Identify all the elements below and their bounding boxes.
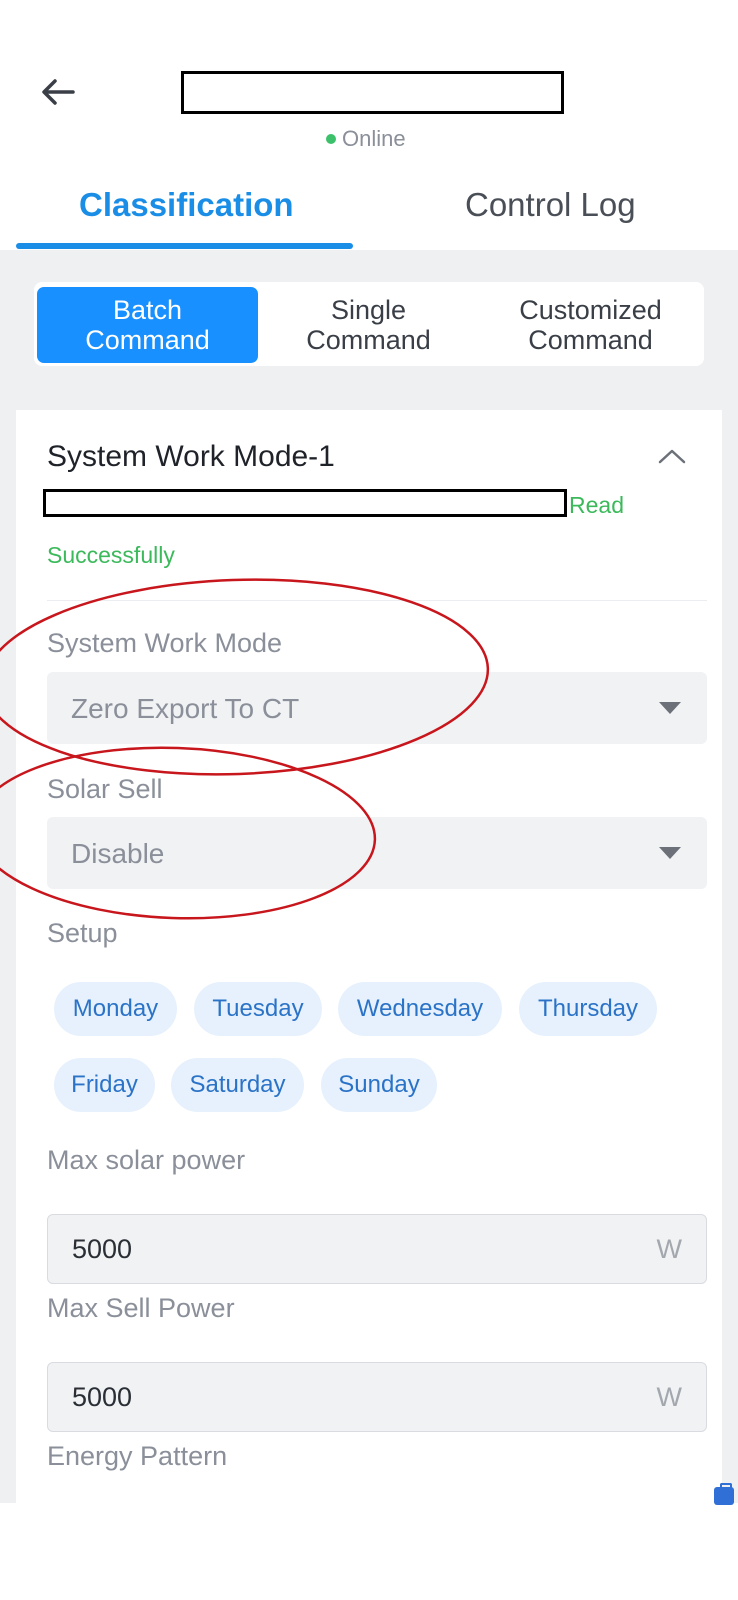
command-type-segmented-control: Batch Command Single Command Customized … — [34, 282, 704, 366]
system-work-mode-value: Zero Export To CT — [71, 693, 300, 724]
day-chip-friday[interactable]: Friday — [54, 1058, 155, 1112]
max-solar-power-label: Max solar power — [47, 1145, 246, 1175]
solar-sell-value: Disable — [71, 838, 165, 869]
segment-single-command[interactable]: Single Command — [258, 287, 479, 363]
dropdown-arrow-icon — [659, 847, 681, 859]
max-solar-power-value: 5000 — [72, 1234, 133, 1264]
arrow-left-icon — [42, 79, 75, 105]
system-work-mode-card: System Work Mode-1 Read Successfully Sys… — [16, 410, 722, 1503]
day-chip-thursday[interactable]: Thursday — [519, 982, 657, 1036]
tab-classification[interactable]: Classification — [79, 186, 294, 224]
segment-customized-command[interactable]: Customized Command — [480, 287, 701, 363]
online-status: Online — [326, 126, 406, 152]
redacted-info-box — [43, 489, 567, 517]
max-sell-power-input[interactable]: 5000 W — [47, 1362, 707, 1432]
solar-sell-select[interactable]: Disable — [47, 817, 707, 889]
max-solar-power-input[interactable]: 5000 W — [47, 1214, 707, 1284]
dropdown-arrow-icon — [659, 702, 681, 714]
app-header: Online Classification Control Log — [0, 0, 738, 250]
tab-control-log[interactable]: Control Log — [465, 186, 636, 224]
read-status-text: Read — [569, 492, 624, 518]
max-sell-power-value: 5000 — [72, 1382, 133, 1412]
solar-sell-label: Solar Sell — [47, 774, 163, 804]
device-title-redacted — [181, 71, 564, 114]
active-tab-indicator — [16, 243, 353, 249]
back-button[interactable] — [36, 70, 80, 114]
divider — [47, 600, 707, 601]
day-chip-saturday[interactable]: Saturday — [171, 1058, 304, 1112]
card-title: System Work Mode-1 — [47, 440, 335, 473]
read-status-text-continued: Successfully — [47, 542, 175, 568]
online-status-label: Online — [342, 126, 406, 151]
setup-label: Setup — [47, 918, 118, 948]
floating-toolbox-icon[interactable] — [714, 1483, 734, 1505]
day-chip-sunday[interactable]: Sunday — [321, 1058, 437, 1112]
day-chip-tuesday[interactable]: Tuesday — [194, 982, 322, 1036]
segment-batch-command[interactable]: Batch Command — [37, 287, 258, 363]
day-chip-monday[interactable]: Monday — [54, 982, 177, 1036]
max-solar-power-unit: W — [656, 1234, 682, 1264]
system-work-mode-label: System Work Mode — [47, 628, 283, 658]
energy-pattern-label: Energy Pattern — [47, 1441, 228, 1471]
chevron-up-icon — [658, 449, 686, 464]
max-sell-power-label: Max Sell Power — [47, 1293, 235, 1323]
max-sell-power-unit: W — [656, 1382, 682, 1412]
day-chip-wednesday[interactable]: Wednesday — [338, 982, 502, 1036]
collapse-button[interactable] — [654, 438, 690, 474]
online-dot-icon — [326, 134, 336, 144]
system-work-mode-select[interactable]: Zero Export To CT — [47, 672, 707, 744]
